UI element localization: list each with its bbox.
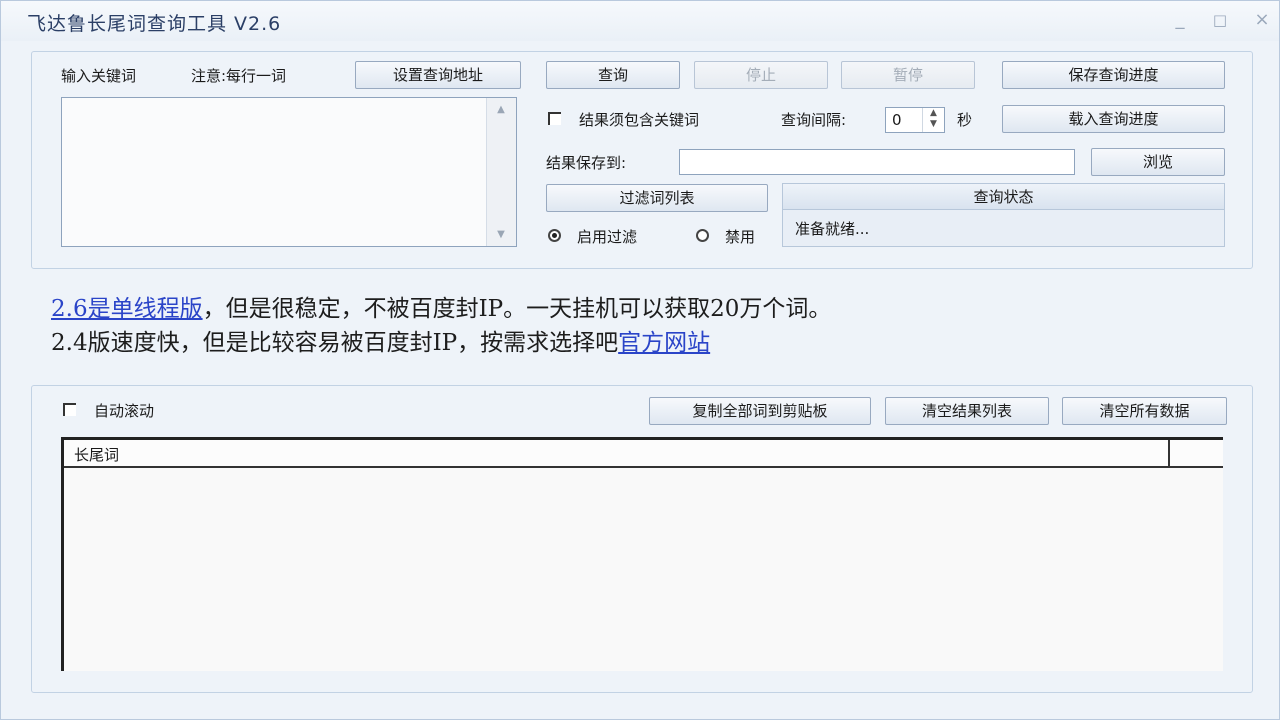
must-contain-checkbox[interactable] [548, 112, 561, 125]
save-path-field[interactable] [679, 149, 1075, 175]
column-separator[interactable] [1168, 440, 1170, 466]
official-site-link[interactable]: 官方网站 [618, 330, 710, 356]
clear-all-button[interactable]: 清空所有数据 [1062, 397, 1227, 425]
disable-filter-radio[interactable] [696, 229, 709, 242]
notice-line-2: 2.4版速度快，但是比较容易被百度封IP，按需求选择吧官方网站 [51, 323, 710, 357]
keywords-label: 输入关键词 [61, 67, 137, 85]
browse-button[interactable]: 浏览 [1091, 148, 1225, 176]
auto-scroll-checkbox[interactable] [63, 403, 76, 416]
auto-scroll-label: 自动滚动 [94, 402, 155, 420]
disable-filter-label: 禁用 [725, 228, 756, 246]
enable-filter-radio[interactable] [548, 229, 561, 242]
scroll-down-icon[interactable]: ▼ [487, 229, 515, 240]
enable-filter-label: 启用过滤 [577, 228, 638, 246]
window-title: 飞达鲁长尾词查询工具 V2.6 [27, 13, 282, 35]
interval-stepper[interactable]: 0 ▲ ▼ [885, 107, 945, 133]
set-query-address-button[interactable]: 设置查询地址 [355, 61, 521, 89]
copy-all-button[interactable]: 复制全部词到剪贴板 [649, 397, 871, 425]
save-to-label: 结果保存到: [546, 154, 627, 172]
stepper-arrows-icon[interactable]: ▲ ▼ [922, 108, 944, 132]
status-text: 准备就绪... [795, 220, 870, 238]
title-bar: 飞达鲁长尾词查询工具 V2.6 _ □ × [1, 1, 1279, 41]
interval-value[interactable]: 0 [892, 111, 902, 129]
keywords-textarea[interactable]: ▲ ▼ [61, 97, 517, 247]
notice-line-2-text: 2.4版速度快，但是比较容易被百度封IP，按需求选择吧 [51, 330, 619, 356]
pause-button[interactable]: 暂停 [841, 61, 975, 89]
close-button[interactable]: × [1249, 9, 1275, 31]
status-header: 查询状态 [783, 184, 1224, 210]
load-progress-button[interactable]: 载入查询进度 [1002, 105, 1225, 133]
save-progress-button[interactable]: 保存查询进度 [1002, 61, 1225, 89]
minimize-button[interactable]: _ [1167, 9, 1193, 31]
column-long-tail-word[interactable]: 长尾词 [74, 444, 119, 465]
scroll-up-icon[interactable]: ▲ [487, 104, 515, 115]
single-thread-link[interactable]: 2.6是单线程版 [51, 296, 203, 322]
results-list[interactable]: 长尾词 [61, 437, 1223, 671]
stop-button[interactable]: 停止 [694, 61, 828, 89]
keywords-scrollbar[interactable]: ▲ ▼ [486, 98, 516, 246]
maximize-button[interactable]: □ [1207, 9, 1233, 31]
app-window: 飞达鲁长尾词查询工具 V2.6 _ □ × 输入关键词 注意:每行一词 设置查询… [0, 0, 1280, 720]
interval-unit: 秒 [957, 111, 973, 129]
status-box: 查询状态 准备就绪... [782, 183, 1225, 247]
must-contain-label: 结果须包含关键词 [579, 111, 700, 129]
notice-line-1: 2.6是单线程版，但是很稳定，不被百度封IP。一天挂机可以获取20万个词。 [51, 289, 831, 323]
keywords-note: 注意:每行一词 [191, 67, 287, 85]
notice-line-1-text: ，但是很稳定，不被百度封IP。一天挂机可以获取20万个词。 [202, 296, 832, 322]
filter-list-button[interactable]: 过滤词列表 [546, 184, 768, 212]
query-button[interactable]: 查询 [546, 61, 680, 89]
clear-results-button[interactable]: 清空结果列表 [885, 397, 1049, 425]
results-column-header: 长尾词 [64, 440, 1223, 468]
interval-label: 查询间隔: [781, 111, 847, 129]
